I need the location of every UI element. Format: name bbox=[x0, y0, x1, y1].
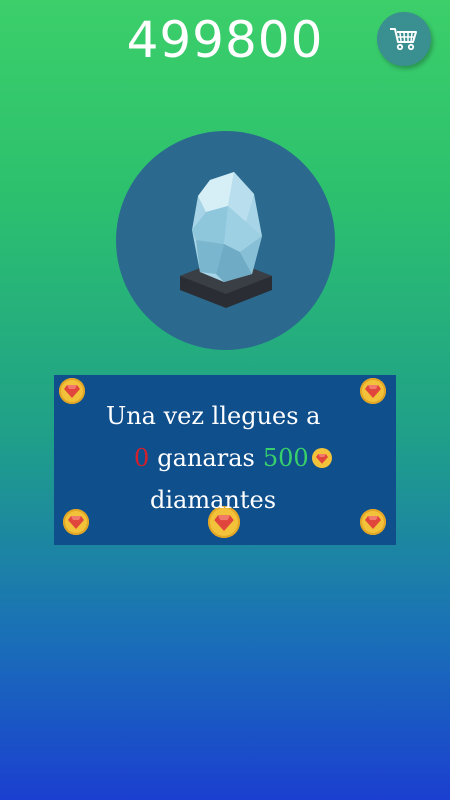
goal-value: 0 bbox=[134, 444, 150, 472]
shop-cart-button[interactable] bbox=[377, 12, 431, 66]
shopping-cart-icon bbox=[390, 28, 417, 51]
ganaras-label: ganaras bbox=[157, 444, 255, 472]
message-line-2: 0 ganaras 500 bbox=[54, 437, 396, 479]
crystal-button[interactable] bbox=[116, 131, 335, 350]
diamond-coin-icon bbox=[311, 448, 332, 468]
crystal-icon bbox=[179, 171, 272, 308]
message-line-1: Una vez llegues a bbox=[106, 402, 321, 430]
message-line-3: diamantes bbox=[150, 486, 277, 514]
reward-info-panel: Una vez llegues a 0 ganaras 500 diamante… bbox=[54, 375, 396, 545]
reward-value: 500 bbox=[262, 444, 309, 472]
reward-message: Una vez llegues a 0 ganaras 500 diamante… bbox=[54, 395, 396, 521]
